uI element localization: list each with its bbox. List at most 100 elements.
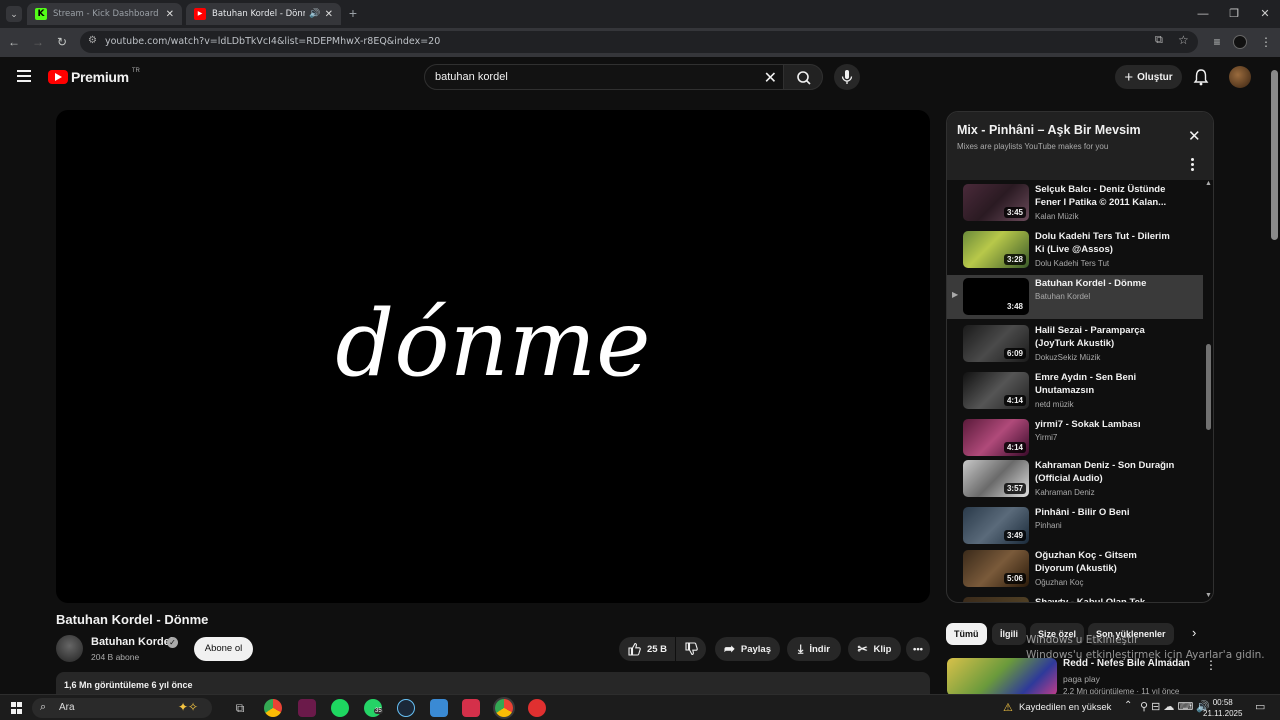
playlist-scrollbar[interactable] <box>1206 344 1211 430</box>
browser-menu-icon[interactable]: ⋮ <box>1258 34 1274 50</box>
playlist-item-title: Batuhan Kordel - Dönme <box>1035 278 1147 289</box>
dislike-button[interactable] <box>676 637 706 661</box>
scroll-down-arrow-icon[interactable]: ▼ <box>1205 592 1212 599</box>
forward-icon[interactable]: → <box>30 34 46 50</box>
logo-word: Premium <box>71 69 129 85</box>
task-view-icon[interactable]: ⧉ <box>231 699 249 717</box>
taskbar-search[interactable]: ⌕ Ara ✦✧ <box>32 698 212 718</box>
menu-icon[interactable] <box>17 70 31 82</box>
channel-name[interactable]: Batuhan Kordel <box>91 636 173 648</box>
more-vertical-icon[interactable] <box>1191 158 1195 172</box>
windows-start-icon[interactable] <box>11 702 23 714</box>
new-tab-button[interactable]: + <box>345 6 361 22</box>
playlist-item[interactable]: 6:09 Halil Sezai - Paramparça (JoyTurk Ak… <box>947 322 1203 366</box>
clear-search-icon[interactable]: ✕ <box>764 68 777 88</box>
search-button[interactable] <box>783 64 823 90</box>
plus-icon: + <box>1124 68 1134 86</box>
tray-icons[interactable]: ⚲ ⊟ ☁ ⌨ 🔊 <box>1140 700 1210 713</box>
search-icon <box>797 71 811 85</box>
tab-kick-dashboard[interactable]: K Stream - Kick Dashboard ✕ <box>27 3 182 25</box>
site-info-icon[interactable]: ⚙ <box>88 35 97 46</box>
playlist-item[interactable]: ▶ 3:48 Batuhan Kordel - Dönme Batuhan Korde… <box>947 275 1203 319</box>
share-button[interactable]: ➦ Paylaş <box>715 637 780 661</box>
tab-youtube-video[interactable]: ▶ Batuhan Kordel - Dönme 🔊 ✕ <box>186 3 341 25</box>
close-tab-icon[interactable]: ✕ <box>166 9 174 20</box>
account-avatar[interactable] <box>1229 66 1251 88</box>
chip-all[interactable]: Tümü <box>946 623 987 645</box>
youtube-icon: ▶ <box>194 8 206 20</box>
install-icon[interactable]: ⧉ <box>1155 34 1163 47</box>
reload-icon[interactable]: ↻ <box>54 34 70 50</box>
share-icon: ➦ <box>723 641 735 656</box>
clock-date: 21.11.2025 <box>1203 709 1243 718</box>
widget-stars-icon: ✦✧ <box>178 700 199 714</box>
clip-button[interactable]: ✂ Klip <box>848 637 901 661</box>
recommendation-channel[interactable]: paga play <box>1063 674 1100 684</box>
playlist-item[interactable]: 3:45 Selçuk Balcı - Deniz Üstünde Fener I… <box>947 181 1203 225</box>
back-icon[interactable]: ← <box>6 34 22 50</box>
url-field[interactable]: ⚙ youtube.com/watch?v=ldLDbTkVcI4&list=R… <box>80 31 1198 53</box>
playlist-item[interactable]: 4:14 Emre Aydın - Sen Beni Unutamazsın net… <box>947 369 1203 413</box>
playlist-item[interactable]: 3:28 Dolu Kadehi Ters Tut - Dilerim Ki (L… <box>947 228 1203 272</box>
notifications-icon[interactable]: ▭ <box>1255 700 1265 713</box>
app-icon[interactable] <box>462 699 480 717</box>
close-window-button[interactable]: ✕ <box>1250 0 1280 28</box>
app-icon[interactable] <box>298 699 316 717</box>
close-icon[interactable]: ✕ <box>1188 127 1201 145</box>
channel-avatar[interactable] <box>56 635 83 662</box>
windows-taskbar: ⌕ Ara ✦✧ ⧉ 35 ⚠ Kaydedilen en yüksek ⌃ ⚲… <box>0 694 1280 720</box>
taskbar-search-label: Ara <box>59 702 75 713</box>
whatsapp-icon[interactable]: 35 <box>364 699 383 717</box>
playlist-item[interactable]: 5:06 Oğuzhan Koç - Gitsem Diyorum (Akusti… <box>947 547 1203 591</box>
scroll-up-arrow-icon[interactable]: ▲ <box>1205 180 1212 187</box>
reading-list-icon[interactable]: ≡ <box>1209 34 1225 50</box>
playlist-item-channel: Dolu Kadehi Ters Tut <box>1035 259 1110 268</box>
playlist-item[interactable]: Shawty - Kabul Olan Tek <box>947 594 1203 602</box>
playlist-title[interactable]: Mix - Pinhâni – Aşk Bir Mevsim <box>957 123 1141 137</box>
taskbar-notice[interactable]: Kaydedilen en yüksek <box>1019 702 1111 713</box>
page-scrollbar[interactable] <box>1271 70 1278 240</box>
bookmark-star-icon[interactable]: ☆ <box>1178 33 1189 47</box>
video-player[interactable]: dónme <box>56 110 930 603</box>
subscribe-button[interactable]: Abone ol <box>194 637 253 661</box>
maximize-button[interactable]: ❐ <box>1219 0 1249 28</box>
playlist-item-channel: netd müzik <box>1035 400 1074 409</box>
playlist-item[interactable]: 4:14 yirmi7 - Sokak Lambası Yirmi7 <box>947 416 1203 460</box>
voice-search-button[interactable] <box>834 64 860 90</box>
recommendation-thumbnail[interactable] <box>947 658 1057 696</box>
minimize-button[interactable]: — <box>1188 0 1218 28</box>
chrome-icon[interactable] <box>264 699 282 717</box>
playlist-subtitle: Mixes are playlists YouTube makes for yo… <box>957 142 1109 151</box>
app-icon[interactable] <box>528 699 546 717</box>
verified-check-icon: ✓ <box>167 637 178 648</box>
youtube-premium-logo[interactable]: Premium TR <box>48 68 140 85</box>
duration-badge: 3:48 <box>1003 301 1026 312</box>
chevron-up-icon[interactable]: ⌃ <box>1124 700 1132 711</box>
like-button[interactable]: 25 B <box>619 637 675 661</box>
playlist-item-title: Oğuzhan Koç - Gitsem Diyorum (Akustik) <box>1035 550 1137 574</box>
chip-related[interactable]: İlgili <box>992 623 1026 645</box>
speaker-icon[interactable]: 🔊 <box>309 9 320 19</box>
steam-icon[interactable] <box>397 699 415 717</box>
spotify-icon[interactable] <box>331 699 349 717</box>
more-actions-button[interactable]: ••• <box>906 637 930 661</box>
chrome-icon[interactable] <box>495 699 513 717</box>
close-tab-icon[interactable]: ✕ <box>325 9 333 20</box>
windows-activation-watermark: Windows'u Etkinleştir Windows'u etkinleş… <box>1026 633 1265 663</box>
download-button[interactable]: ⤓ İndir <box>787 637 841 661</box>
tab-search-button[interactable]: ⌄ <box>6 6 22 22</box>
file-explorer-icon[interactable] <box>430 699 448 717</box>
playlist-item[interactable]: 3:49 Pinhâni - Bilir O Beni Pinhani <box>947 504 1203 548</box>
playlist-item-thumbnail: 5:06 <box>963 550 1029 587</box>
playlist-item-thumbnail: 3:45 <box>963 184 1029 221</box>
search-input[interactable]: batuhan kordel ✕ <box>424 64 784 90</box>
profile-avatar[interactable] <box>1233 35 1247 49</box>
notifications-bell-icon[interactable] <box>1193 68 1209 86</box>
duration-badge: 3:57 <box>1003 483 1026 494</box>
playlist-item[interactable]: 3:57 Kahraman Deniz - Son Durağın (Offici… <box>947 457 1203 501</box>
create-button[interactable]: + Oluştur <box>1115 65 1182 89</box>
system-clock[interactable]: 00:58 21.11.2025 <box>1203 697 1242 719</box>
playlist-panel: Mix - Pinhâni – Aşk Bir Mevsim Mixes are… <box>946 111 1214 603</box>
playlist-item-channel: Oğuzhan Koç <box>1035 578 1084 587</box>
clip-label: Klip <box>873 643 892 655</box>
